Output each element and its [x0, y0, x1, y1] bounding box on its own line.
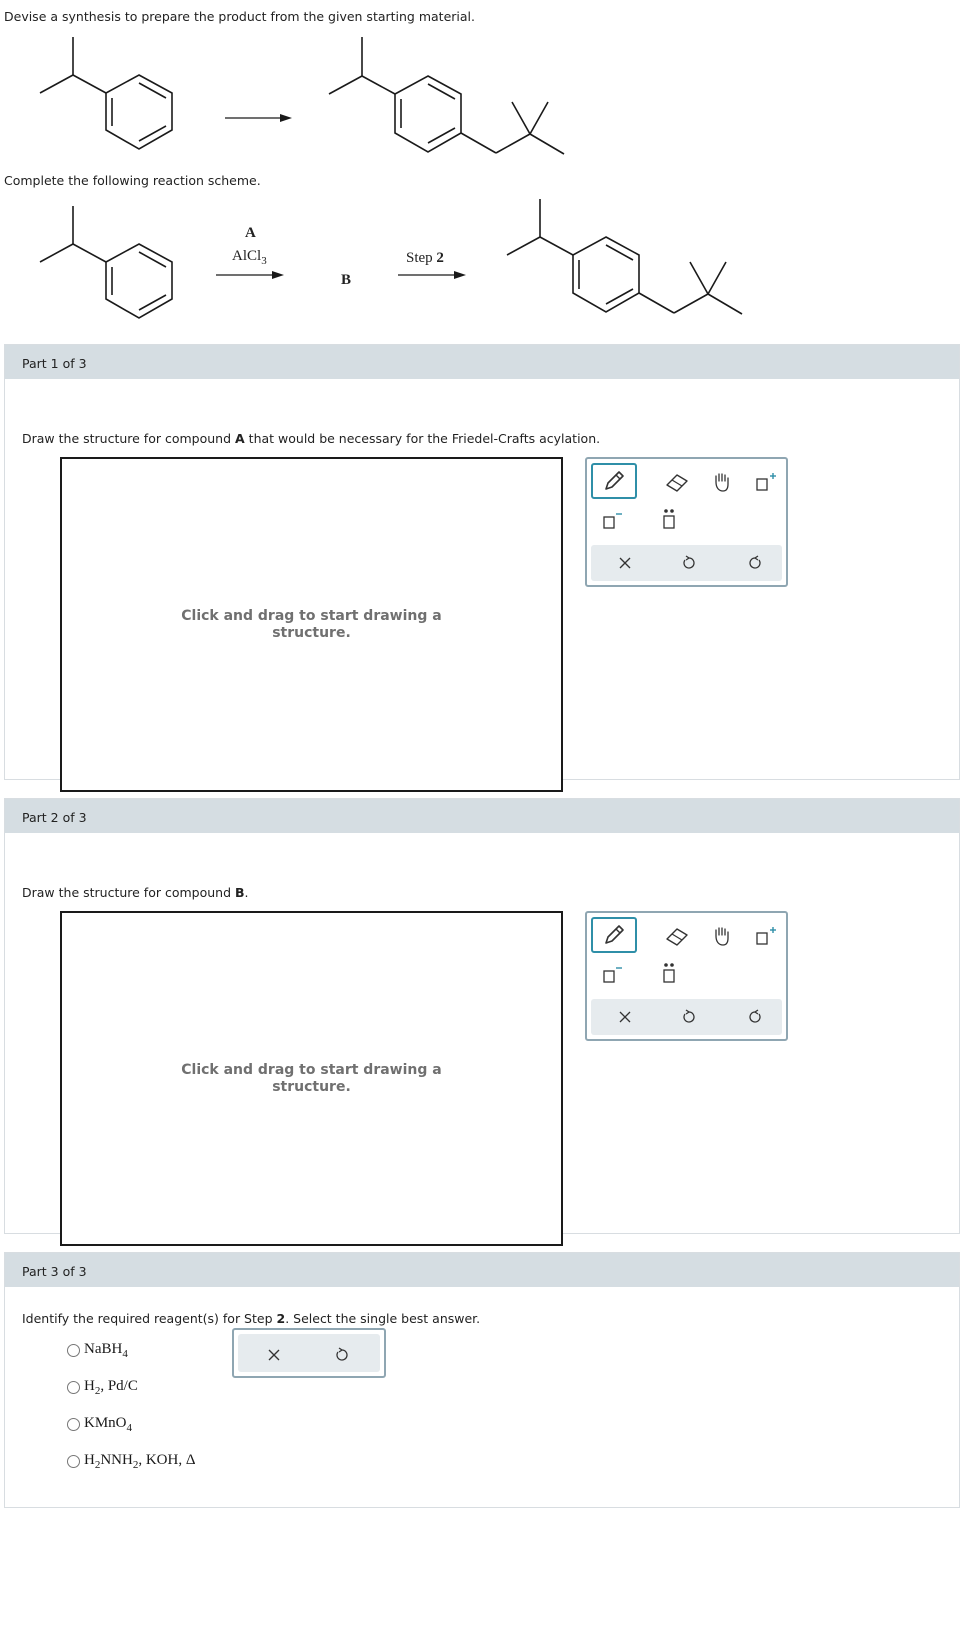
q2-post: .	[244, 885, 249, 900]
charge-plus-icon	[756, 927, 776, 945]
radio-button[interactable]	[67, 1454, 80, 1468]
step2-prefix: Step	[406, 250, 437, 266]
step2-label: Step 2	[406, 250, 444, 267]
part-3-question: Identify the required reagent(s) for Ste…	[22, 1311, 480, 1326]
toolbox-actions-2	[591, 999, 782, 1035]
charge-plus-icon	[756, 473, 776, 491]
q3-pre: Identify the required reagent(s) for Ste…	[22, 1311, 277, 1326]
positive-charge-tool[interactable]	[745, 465, 785, 499]
reagent-alcl3-label: AlCl3	[232, 248, 267, 267]
q3-post: . Select the single best answer.	[285, 1311, 481, 1326]
undo-button[interactable]	[671, 1001, 707, 1033]
hand-tool[interactable]	[702, 919, 742, 953]
positive-charge-tool[interactable]	[745, 919, 785, 953]
part-2-header: Part 2 of 3	[5, 799, 959, 833]
clear-icon	[268, 1349, 280, 1361]
eraser-icon	[666, 928, 688, 946]
step2-number: 2	[436, 250, 444, 266]
negative-charge-tool[interactable]	[591, 503, 631, 537]
lone-pair-icon	[663, 509, 675, 529]
step1-arrow	[216, 271, 284, 279]
eraser-tool[interactable]	[657, 919, 697, 953]
q2-bold: B	[235, 885, 245, 900]
product-structure	[328, 37, 565, 155]
pencil-tool[interactable]	[591, 463, 637, 499]
choice-kmno4[interactable]: KMnO4	[67, 1413, 196, 1435]
starting-material-structure	[39, 37, 173, 150]
drawing-canvas-1[interactable]: Click and drag to start drawing a struct…	[60, 457, 563, 792]
hand-tool[interactable]	[702, 465, 742, 499]
radio-button[interactable]	[67, 1417, 80, 1431]
redo-icon	[749, 1009, 761, 1023]
answer-toolbar	[232, 1328, 386, 1378]
eraser-tool[interactable]	[657, 465, 697, 499]
q1-post: that would be necessary for the Friedel-…	[244, 431, 601, 446]
q2-pre: Draw the structure for compound	[22, 885, 236, 900]
part-1-header: Part 1 of 3	[5, 345, 959, 379]
part-1-panel: Part 1 of 3 Draw the structure for compo…	[4, 344, 960, 792]
drawing-toolbox-1	[585, 457, 788, 587]
part-1-question: Draw the structure for compound A that w…	[22, 431, 600, 446]
clear-icon	[619, 1011, 631, 1023]
charge-minus-icon	[603, 513, 622, 529]
clear-button[interactable]	[607, 547, 643, 579]
choice-nabh4[interactable]: NaBH4	[67, 1339, 196, 1361]
canvas-hint-1: Click and drag to start drawing a struct…	[181, 607, 442, 641]
q3-bold: 2	[276, 1311, 286, 1326]
toolbox-actions-1	[591, 545, 782, 581]
scheme-product	[506, 199, 743, 315]
undo-button[interactable]	[671, 547, 707, 579]
lone-pair-tool[interactable]	[649, 957, 689, 991]
undo-icon	[683, 555, 695, 569]
lone-pair-tool[interactable]	[649, 503, 689, 537]
intermediate-b-label: B	[341, 272, 352, 288]
clear-icon	[619, 557, 631, 569]
canvas-hint-2: Click and drag to start drawing a struct…	[181, 1061, 442, 1095]
reaction-scheme	[39, 37, 743, 319]
choice-text: H2NNH2, KOH, Δ	[84, 1451, 196, 1471]
scheme-starting-material	[39, 206, 173, 319]
overall-arrow	[225, 114, 292, 122]
part-2-panel: Part 2 of 3 Draw the structure for compo…	[4, 798, 960, 1246]
undo-button[interactable]	[324, 1339, 360, 1371]
eraser-icon	[666, 474, 688, 492]
alcl3-text: AlCl	[232, 248, 262, 264]
choice-h2-pdc[interactable]: H2, Pd/C	[67, 1376, 196, 1398]
reagent-a-label: A	[245, 225, 256, 241]
pencil-tool[interactable]	[591, 917, 637, 953]
radio-button[interactable]	[67, 1343, 80, 1357]
lone-pair-icon	[663, 963, 675, 983]
radio-button[interactable]	[67, 1380, 80, 1394]
pencil-icon	[605, 471, 624, 490]
drawing-toolbox-2	[585, 911, 788, 1041]
alcl3-subscript: 3	[261, 255, 267, 267]
answer-toolbar-inner	[238, 1334, 380, 1372]
undo-icon	[336, 1347, 348, 1361]
choice-text: NaBH4	[84, 1340, 128, 1360]
hand-icon	[715, 473, 729, 492]
clear-button[interactable]	[607, 1001, 643, 1033]
q1-pre: Draw the structure for compound	[22, 431, 236, 446]
choice-text: H2, Pd/C	[84, 1377, 138, 1397]
choice-text: KMnO4	[84, 1414, 133, 1434]
hand-icon	[715, 927, 729, 946]
part-3-panel: Part 3 of 3 Identify the required reagen…	[4, 1252, 960, 1508]
q1-bold: A	[235, 431, 245, 446]
scheme-prompt: Complete the following reaction scheme.	[4, 173, 261, 188]
pencil-icon	[605, 925, 624, 944]
redo-button[interactable]	[737, 1001, 773, 1033]
negative-charge-tool[interactable]	[591, 957, 631, 991]
part-2-question: Draw the structure for compound B.	[22, 885, 249, 900]
part-3-header: Part 3 of 3	[5, 1253, 959, 1287]
redo-icon	[749, 555, 761, 569]
clear-button[interactable]	[256, 1339, 292, 1371]
drawing-canvas-2[interactable]: Click and drag to start drawing a struct…	[60, 911, 563, 1246]
step2-arrow	[398, 271, 466, 279]
undo-icon	[683, 1009, 695, 1023]
choice-wolff-kishner[interactable]: H2NNH2, KOH, Δ	[67, 1450, 196, 1472]
answer-choices: NaBH4 H2, Pd/C KMnO4 H2NNH2, KOH, Δ	[67, 1339, 196, 1487]
charge-minus-icon	[603, 967, 622, 983]
redo-button[interactable]	[737, 547, 773, 579]
